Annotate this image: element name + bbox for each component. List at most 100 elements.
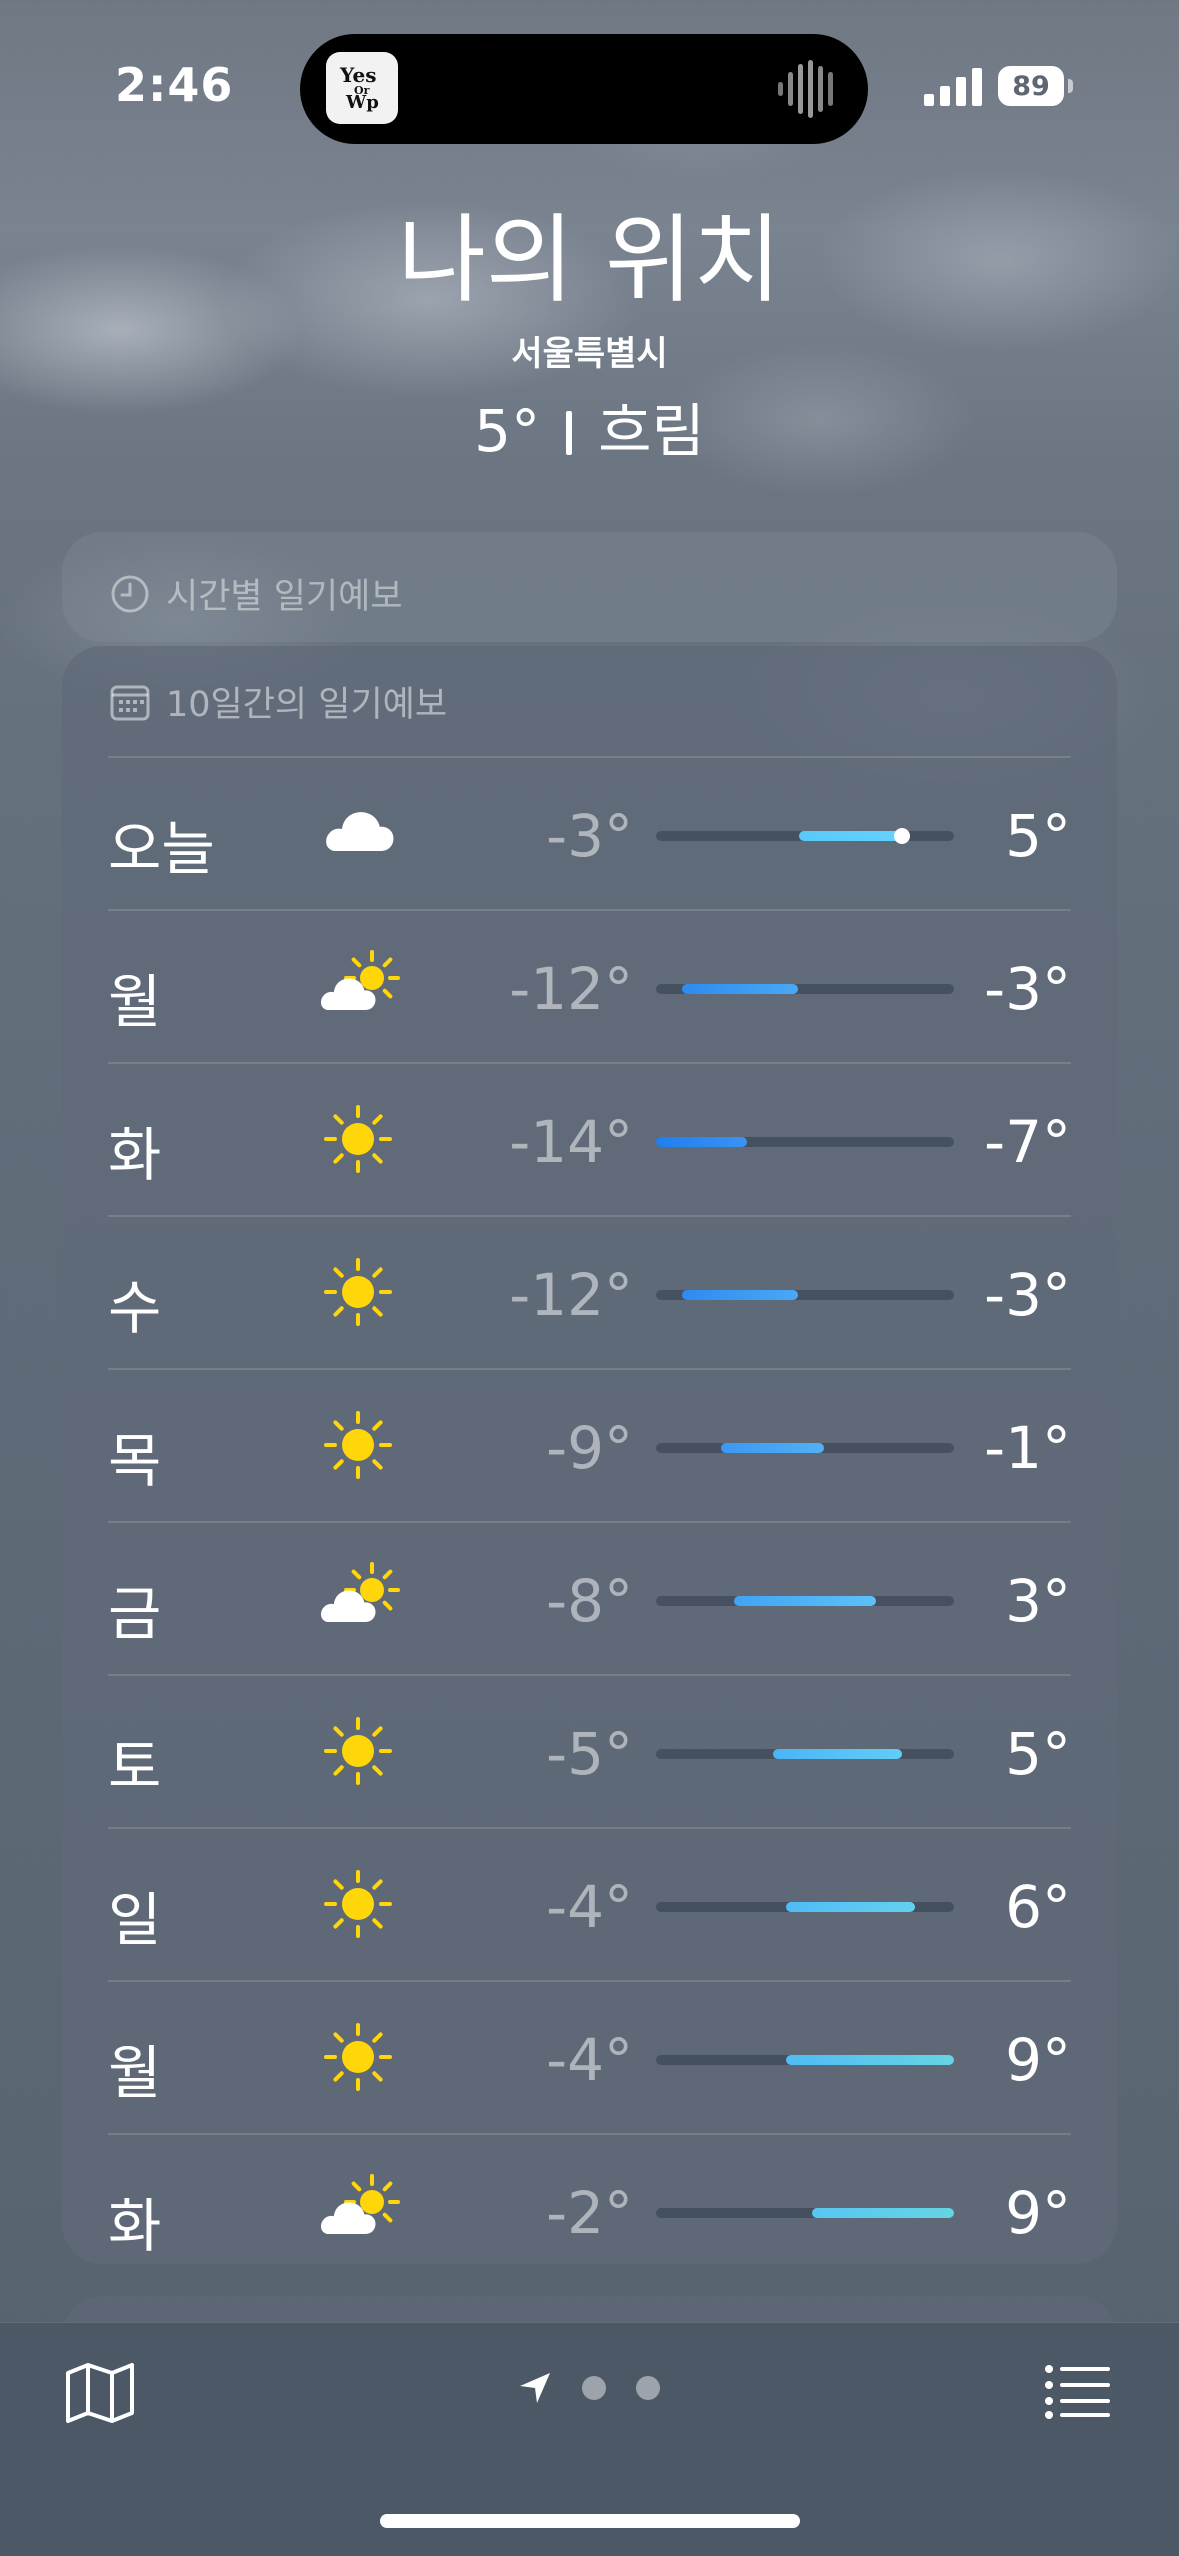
high-temperature: 9° (1005, 2179, 1071, 2247)
ten-day-forecast-card[interactable]: 10일간의 일기예보 오늘 -3° 5° 월 -12° -3° 화 -14° -7° 수 -12° -… (62, 646, 1117, 2264)
day-label: 수 (108, 1274, 162, 1342)
high-temperature: 5° (1005, 1720, 1071, 1788)
low-temperature: -14° (509, 1108, 633, 1176)
temperature-range-bar (656, 1290, 954, 1300)
forecast-rows: 오늘 -3° 5° 월 -12° -3° 화 -14° -7° 수 -12° -3° 목 -9° -1° 금 -… (108, 756, 1071, 2286)
forecast-row[interactable]: 월 -4° 9° (108, 1980, 1071, 2133)
temperature-range-bar (656, 828, 954, 844)
current-temperature: 5° (474, 397, 541, 465)
current-temp-dot (894, 828, 911, 844)
ten-day-forecast-title: 10일간의 일기예보 (166, 685, 448, 725)
temperature-range-fill (656, 1137, 747, 1147)
status-time: 2:46 (115, 58, 234, 112)
sun-icon (324, 1870, 392, 1938)
high-temperature: -7° (984, 1108, 1071, 1176)
temperature-range-bar (656, 984, 954, 994)
dynamic-island[interactable]: Yes Or Wp (300, 34, 868, 144)
low-temperature: -12° (509, 1261, 633, 1329)
page-dot (582, 2376, 606, 2400)
sun-icon (324, 1411, 392, 1479)
sun-icon (324, 1717, 392, 1785)
home-indicator[interactable] (380, 2514, 800, 2528)
temperature-range-bar (656, 2208, 954, 2218)
low-temperature: -2° (546, 2179, 633, 2247)
temperature-range-fill (733, 1596, 877, 1606)
low-temperature: -4° (546, 1873, 633, 1941)
low-temperature: -5° (546, 1720, 633, 1788)
day-label: 오늘 (108, 815, 215, 883)
high-temperature: 6° (1005, 1873, 1071, 1941)
current-conditions: 5° 흐림 (0, 384, 1179, 468)
audio-waveform-icon (778, 60, 833, 118)
partly-sunny-icon (320, 950, 400, 1010)
forecast-row[interactable]: 금 -8° 3° (108, 1521, 1071, 1674)
list-icon[interactable] (1044, 2363, 1112, 2419)
partly-sunny-icon (320, 1562, 400, 1622)
low-temperature: -8° (546, 1567, 633, 1635)
low-temperature: -12° (509, 955, 633, 1023)
location-title: 나의 위치 (397, 204, 782, 316)
temperature-range-fill (811, 2208, 954, 2218)
low-temperature: -3° (546, 802, 633, 870)
temperature-range-fill (785, 2055, 954, 2065)
day-label: 목 (108, 1427, 162, 1495)
day-label: 일 (108, 1886, 162, 1954)
now-playing-artwork: Yes Or Wp (326, 52, 398, 124)
day-label: 금 (108, 1580, 162, 1648)
current-condition: 흐림 (598, 397, 705, 465)
temperature-range-fill (785, 1902, 916, 1912)
high-temperature: 9° (1005, 2026, 1071, 2094)
forecast-row[interactable]: 오늘 -3° 5° (108, 756, 1071, 909)
forecast-row[interactable]: 수 -12° -3° (108, 1215, 1071, 1368)
temperature-range-bar (656, 1137, 954, 1147)
forecast-row[interactable]: 목 -9° -1° (108, 1368, 1071, 1521)
temperature-range-bar (656, 1749, 954, 1759)
temperature-range-bar (656, 1902, 954, 1912)
sun-icon (324, 1105, 392, 1173)
forecast-row[interactable]: 화 -2° 9° (108, 2133, 1071, 2286)
low-temperature: -9° (546, 1414, 633, 1482)
temperature-range-fill (720, 1443, 825, 1453)
map-icon[interactable] (64, 2361, 136, 2425)
high-temperature: -3° (984, 1261, 1071, 1329)
hourly-forecast-header: 시간별 일기예보 (110, 568, 403, 619)
day-label: 월 (108, 968, 162, 1036)
high-temperature: 5° (1005, 802, 1071, 870)
calendar-icon (110, 685, 150, 720)
location-arrow-icon (520, 2373, 550, 2403)
temperature-range-fill (681, 984, 799, 994)
page-dot (636, 2376, 660, 2400)
temperature-range-bar (656, 1443, 954, 1453)
hourly-forecast-title: 시간별 일기예보 (166, 577, 403, 617)
page-indicator[interactable] (518, 2371, 690, 2405)
cloud-icon (326, 812, 394, 851)
forecast-row[interactable]: 화 -14° -7° (108, 1062, 1071, 1215)
forecast-row[interactable]: 일 -4° 6° (108, 1827, 1071, 1980)
high-temperature: 3° (1005, 1567, 1071, 1635)
separator (566, 411, 573, 455)
temperature-range-fill (772, 1749, 903, 1759)
high-temperature: -1° (984, 1414, 1071, 1482)
low-temperature: -4° (546, 2026, 633, 2094)
sun-icon (324, 2023, 392, 2091)
temperature-range-fill (798, 831, 903, 841)
forecast-row[interactable]: 토 -5° 5° (108, 1674, 1071, 1827)
svg-text:Wp: Wp (345, 92, 379, 113)
temperature-range-bar (656, 2055, 954, 2065)
day-label: 화 (108, 1121, 162, 1189)
cellular-signal-icon (924, 68, 982, 106)
temperature-range-fill (681, 1290, 799, 1300)
day-label: 월 (108, 2039, 162, 2107)
hourly-forecast-card[interactable]: 시간별 일기예보 (62, 532, 1117, 642)
temperature-range-bar (656, 1596, 954, 1606)
clock-icon (111, 575, 149, 612)
forecast-row[interactable]: 월 -12° -3° (108, 909, 1071, 1062)
day-label: 화 (108, 2192, 162, 2260)
battery-indicator: 89 (998, 66, 1073, 106)
city-name: 서울특별시 (511, 334, 668, 374)
high-temperature: -3° (984, 955, 1071, 1023)
ten-day-forecast-header: 10일간의 일기예보 (110, 676, 447, 727)
partly-sunny-icon (320, 2174, 400, 2234)
sun-icon (324, 1258, 392, 1326)
day-label: 토 (108, 1733, 162, 1801)
